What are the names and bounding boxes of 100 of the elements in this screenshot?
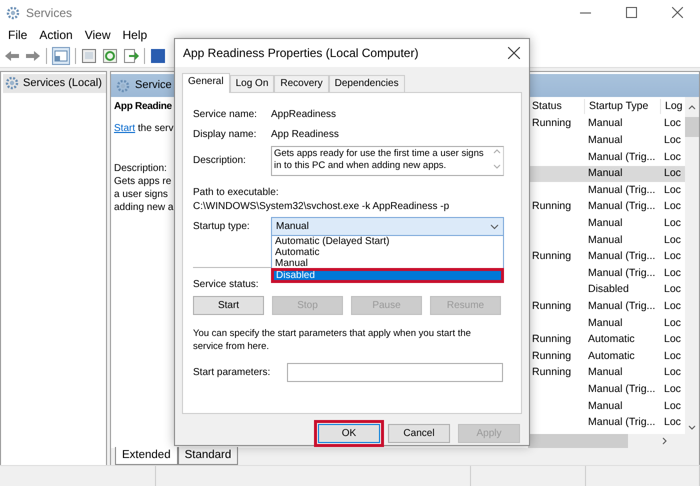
close-icon (672, 7, 682, 18)
field-value: App Readiness (271, 129, 339, 141)
refresh-icon[interactable] (102, 48, 118, 64)
table-cell-text: Loc (663, 332, 682, 348)
tab[interactable]: Log On (230, 75, 274, 92)
hint-text: You can specify the start parameters that apply when you start the service from here. (193, 327, 472, 353)
table-cell-text: Running (531, 332, 572, 348)
view-tab[interactable]: Standard (178, 446, 238, 465)
menu-item[interactable]: File (8, 26, 28, 44)
table-cell-text: Loc (663, 133, 682, 148)
table-cell-text: Manual (Trig... (587, 298, 656, 314)
startup-type-dropdown[interactable]: Manual (271, 217, 504, 236)
table-cell-text: Automatic (587, 348, 636, 364)
table-cell-text: Manual (587, 365, 624, 380)
pane-title: Service (135, 78, 172, 94)
table-cell-text: Loc (663, 116, 682, 132)
back-arrow-icon[interactable] (4, 49, 20, 63)
table-cell-text: Running (531, 365, 572, 380)
table-cell-text: Manual (587, 216, 624, 231)
table-cell-text: Loc (663, 282, 682, 298)
export-icon[interactable] (123, 48, 139, 64)
table-cell-text: Automatic (587, 332, 636, 348)
column-header[interactable]: Log (660, 98, 684, 114)
forward-arrow-icon[interactable] (25, 49, 41, 63)
table-cell-text: Disabled (587, 282, 630, 298)
column-header[interactable]: Startup Type (584, 98, 660, 114)
dialog-button[interactable]: Cancel (388, 424, 450, 443)
table-cell-text: Loc (663, 232, 682, 248)
field-label: Display name: (193, 129, 258, 141)
gear-icon (6, 6, 20, 20)
table-cell-text: Manual (Trig... (587, 266, 656, 281)
table-cell-text: Running (531, 249, 572, 264)
table-cell-text: Manual (587, 116, 624, 132)
service-title: App Readine (114, 100, 172, 113)
field-value: AppReadiness (271, 109, 336, 121)
dropdown-option[interactable]: Disabled (272, 269, 503, 282)
tab[interactable]: Recovery (274, 75, 329, 92)
table-cell-text: Loc (663, 398, 682, 414)
description-box: Gets apps ready for use the first time a user signs in to this PC and when adding new apps. (271, 146, 504, 176)
table-cell-text: Loc (663, 382, 682, 397)
table-cell-text: Loc (663, 415, 682, 430)
scrollbar-thumb[interactable] (685, 117, 699, 137)
field-label: Description: (193, 155, 247, 167)
service-button[interactable]: Start (193, 296, 264, 315)
field-label: Service status: (193, 279, 260, 291)
table-cell-text: Running (531, 199, 572, 214)
table-cell-text: Loc (663, 166, 682, 182)
table-cell-text: Loc (663, 199, 682, 214)
table-cell-text: Manual (Trig... (587, 249, 656, 264)
gear-icon (116, 78, 130, 92)
field-label: Path to executable: (193, 187, 279, 199)
table-cell-text: Loc (663, 150, 682, 165)
column-header[interactable]: Status (528, 98, 584, 114)
description-label: Description: (114, 162, 167, 175)
field-label: Service name: (193, 109, 258, 121)
console-tree-icon[interactable] (52, 47, 70, 65)
table-cell-text: Loc (663, 316, 682, 331)
table-cell-text: Manual (587, 316, 624, 331)
table-cell-text: Loc (663, 298, 682, 314)
table-cell-text: Loc (663, 216, 682, 231)
tree-item[interactable]: Services (Local) (3, 74, 106, 92)
table-cell-text: Manual (587, 398, 624, 414)
menu-item[interactable]: Action (39, 26, 73, 44)
maximize-icon (626, 7, 636, 18)
table-cell-text: Manual (Trig... (587, 415, 656, 430)
table-cell-text: Loc (663, 365, 682, 380)
table-cell-text: Manual (Trig... (587, 182, 656, 198)
table-cell-text: Running (531, 348, 572, 364)
table-cell-text: Loc (663, 182, 682, 198)
gear-icon (5, 76, 19, 90)
tab[interactable]: Dependencies (328, 75, 405, 92)
table-cell-text: Manual (Trig... (587, 199, 656, 214)
table-cell-text: Running (531, 298, 572, 314)
table-cell-text: Manual (Trig... (587, 382, 656, 397)
table-cell-text: Loc (663, 348, 682, 364)
start-link[interactable]: Start (114, 123, 136, 134)
horizontal-scrollbar[interactable] (528, 434, 699, 448)
dropdown-option[interactable]: Automatic (272, 247, 503, 258)
table-cell-text: Manual (587, 133, 624, 148)
window-icon[interactable] (81, 48, 97, 64)
menu-item[interactable]: View (84, 26, 110, 44)
start-parameters-field[interactable] (287, 363, 503, 382)
field-label: Startup type: (193, 220, 251, 232)
dropdown-option[interactable]: Automatic (Delayed Start) (272, 236, 503, 247)
start-text: Start the serv (114, 122, 174, 135)
close-icon (508, 47, 520, 59)
menu-item[interactable]: Help (122, 26, 148, 44)
tab[interactable]: General (182, 73, 230, 93)
dialog-title: App Readiness Properties (Local Computer) (183, 47, 418, 59)
table-cell-text: Loc (663, 249, 682, 264)
dropdown-option[interactable]: Manual (272, 258, 503, 269)
field-value: C:\WINDOWS\System32\svchost.exe -k AppReadiness -p (193, 201, 450, 213)
chevron-down-icon (490, 224, 499, 230)
table-cell-text: Manual (Trig... (587, 150, 656, 165)
scrollbar-thumb[interactable] (528, 434, 628, 448)
view-tab[interactable]: Extended (115, 446, 178, 465)
description-text: Gets apps re a user signs adding new a (114, 175, 174, 214)
vertical-scrollbar[interactable] (685, 97, 699, 434)
scroll-arrows-icon (493, 148, 501, 170)
table-cell-text: Running (531, 116, 572, 132)
